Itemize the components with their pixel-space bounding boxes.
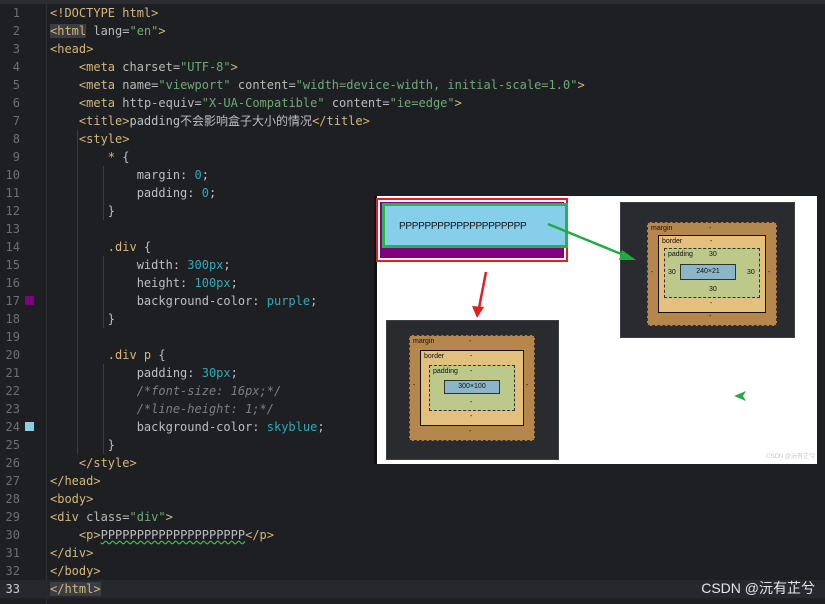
code-line: 10 margin: 0; [5,168,209,182]
code-line: 27 </head> [5,474,101,488]
devtools-screenshot-overlay: PPPPPPPPPPPPPPPPPPPP margin - - - - bord… [374,196,817,464]
code-line: 1 <!DOCTYPE html> [12,6,159,20]
csdn-watermark: CSDN @沅有芷兮 [701,580,815,596]
code-line: 8 <style> [12,132,130,146]
code-line: 7 <title>padding不会影响盒子大小的情况</title> [12,114,370,128]
code-line: 30 <p>PPPPPPPPPPPPPPPPPPPP</p> [5,528,274,542]
color-swatch-skyblue[interactable] [25,422,34,431]
green-arrowhead-mark [734,391,746,401]
code-line: 9 * { [12,150,130,164]
code-line: 3 <head> [12,42,94,56]
code-line: 31 </div> [5,546,94,560]
green-arrow [547,222,636,260]
code-line: 6 <meta http-equiv="X-UA-Compatible" con… [12,96,462,110]
color-swatch-purple[interactable] [25,296,34,305]
code-line: 5 <meta name="viewport" content="width=d… [12,78,585,92]
code-line: 2 <html lang="en"> [12,24,166,38]
code-line: 29 <div class="div"> [5,510,173,524]
annotation-arrows [472,222,746,401]
red-arrow [472,271,488,318]
code-line: 28 <body> [5,492,94,506]
code-line: 4 <meta charset="UTF-8"> [12,60,238,74]
overlay-watermark: CSDN @沅有芷兮 [766,454,815,460]
